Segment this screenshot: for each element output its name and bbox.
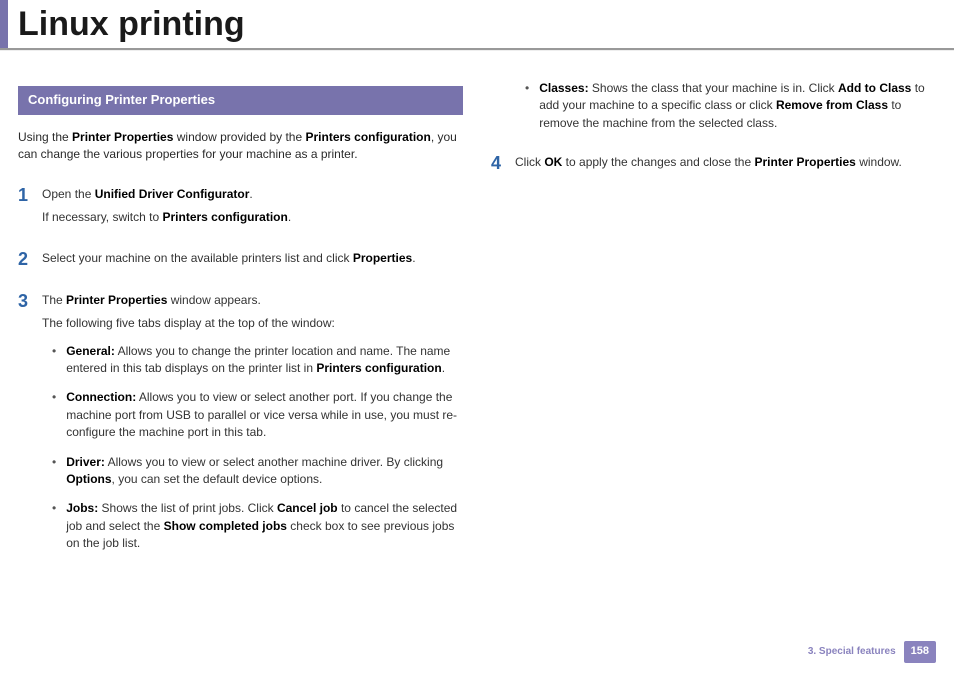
item-text: Jobs: Shows the list of print jobs. Clic… bbox=[66, 500, 463, 552]
list-item: • Connection: Allows you to view or sele… bbox=[42, 389, 463, 441]
bold-text: General: bbox=[66, 344, 115, 358]
bold-text: Jobs: bbox=[66, 501, 98, 515]
text: Shows the class that your machine is in.… bbox=[589, 81, 838, 95]
step-number: 3 bbox=[18, 292, 42, 310]
spine-accent bbox=[0, 0, 8, 50]
bullet-icon: • bbox=[52, 389, 56, 441]
step-number: 2 bbox=[18, 250, 42, 268]
step-body: The Printer Properties window appears. T… bbox=[42, 292, 463, 565]
list-item: • Jobs: Shows the list of print jobs. Cl… bbox=[42, 500, 463, 552]
list-item: • Classes: Shows the class that your mac… bbox=[491, 80, 936, 132]
text: Open the bbox=[42, 187, 95, 201]
text: The Printer Properties window appears. bbox=[42, 292, 463, 309]
bold-text: OK bbox=[544, 155, 562, 169]
text: . bbox=[442, 361, 445, 375]
bold-text: Printer Properties bbox=[754, 155, 855, 169]
text: window provided by the bbox=[173, 130, 305, 144]
tabs-list-continued: • Classes: Shows the class that your mac… bbox=[491, 80, 936, 144]
bold-text: Connection: bbox=[66, 390, 136, 404]
text: Click OK to apply the changes and close … bbox=[515, 154, 936, 171]
bullet-icon: • bbox=[525, 80, 529, 132]
item-text: General: Allows you to change the printe… bbox=[66, 343, 463, 378]
text: The bbox=[42, 293, 66, 307]
text: , you can set the default device options… bbox=[112, 472, 323, 486]
bold-text: Classes: bbox=[539, 81, 588, 95]
text: . bbox=[249, 187, 252, 201]
bold-text: Unified Driver Configurator bbox=[95, 187, 250, 201]
page-number: 158 bbox=[904, 641, 936, 663]
step-2: 2 Select your machine on the available p… bbox=[18, 250, 463, 273]
page-title: Linux printing bbox=[18, 0, 245, 49]
text: The following five tabs display at the t… bbox=[42, 315, 463, 332]
bold-text: Printers configuration bbox=[163, 210, 288, 224]
list-item: • Driver: Allows you to view or select a… bbox=[42, 454, 463, 489]
step-body: Open the Unified Driver Configurator. If… bbox=[42, 186, 463, 233]
text: Allows you to view or select another mac… bbox=[105, 455, 443, 469]
intro-paragraph: Using the Printer Properties window prov… bbox=[18, 129, 463, 164]
page-footer: 3. Special features 158 bbox=[808, 641, 936, 663]
bold-text: Printer Properties bbox=[72, 130, 173, 144]
text: If necessary, switch to bbox=[42, 210, 163, 224]
bold-text: Printers configuration bbox=[316, 361, 441, 375]
text: . bbox=[288, 210, 291, 224]
step-3: 3 The Printer Properties window appears.… bbox=[18, 292, 463, 565]
step-4: 4 Click OK to apply the changes and clos… bbox=[491, 154, 936, 177]
text: Shows the list of print jobs. Click bbox=[98, 501, 277, 515]
text: window. bbox=[856, 155, 902, 169]
column-left: Configuring Printer Properties Using the… bbox=[18, 76, 463, 635]
section-header: Configuring Printer Properties bbox=[18, 86, 463, 115]
step-number: 4 bbox=[491, 154, 515, 172]
text: Select your machine on the available pri… bbox=[42, 250, 463, 267]
bold-text: Options bbox=[66, 472, 111, 486]
step-1: 1 Open the Unified Driver Configurator. … bbox=[18, 186, 463, 233]
bold-text: Add to Class bbox=[838, 81, 911, 95]
text: . bbox=[412, 251, 415, 265]
step-number: 1 bbox=[18, 186, 42, 204]
bullet-icon: • bbox=[52, 454, 56, 489]
text: window appears. bbox=[167, 293, 260, 307]
item-text: Classes: Shows the class that your machi… bbox=[539, 80, 936, 132]
text: Click bbox=[515, 155, 544, 169]
title-rule bbox=[0, 48, 954, 50]
bullet-icon: • bbox=[52, 343, 56, 378]
item-text: Driver: Allows you to view or select ano… bbox=[66, 454, 463, 489]
bold-text: Cancel job bbox=[277, 501, 338, 515]
list-item: • General: Allows you to change the prin… bbox=[42, 343, 463, 378]
text: If necessary, switch to Printers configu… bbox=[42, 209, 463, 226]
text: Open the Unified Driver Configurator. bbox=[42, 186, 463, 203]
chapter-label: 3. Special features bbox=[808, 645, 896, 660]
column-right: • Classes: Shows the class that your mac… bbox=[491, 76, 936, 635]
bold-text: Properties bbox=[353, 251, 412, 265]
text: to apply the changes and close the bbox=[562, 155, 754, 169]
text: Using the bbox=[18, 130, 72, 144]
bold-text: Show completed jobs bbox=[164, 519, 287, 533]
bold-text: Printer Properties bbox=[66, 293, 167, 307]
text: Select your machine on the available pri… bbox=[42, 251, 353, 265]
bold-text: Remove from Class bbox=[776, 98, 888, 112]
step-body: Click OK to apply the changes and close … bbox=[515, 154, 936, 177]
bold-text: Driver: bbox=[66, 455, 105, 469]
step-body: Select your machine on the available pri… bbox=[42, 250, 463, 273]
item-text: Connection: Allows you to view or select… bbox=[66, 389, 463, 441]
bullet-icon: • bbox=[52, 500, 56, 552]
content-columns: Configuring Printer Properties Using the… bbox=[18, 76, 936, 635]
tabs-list: • General: Allows you to change the prin… bbox=[42, 343, 463, 553]
bold-text: Printers configuration bbox=[305, 130, 430, 144]
